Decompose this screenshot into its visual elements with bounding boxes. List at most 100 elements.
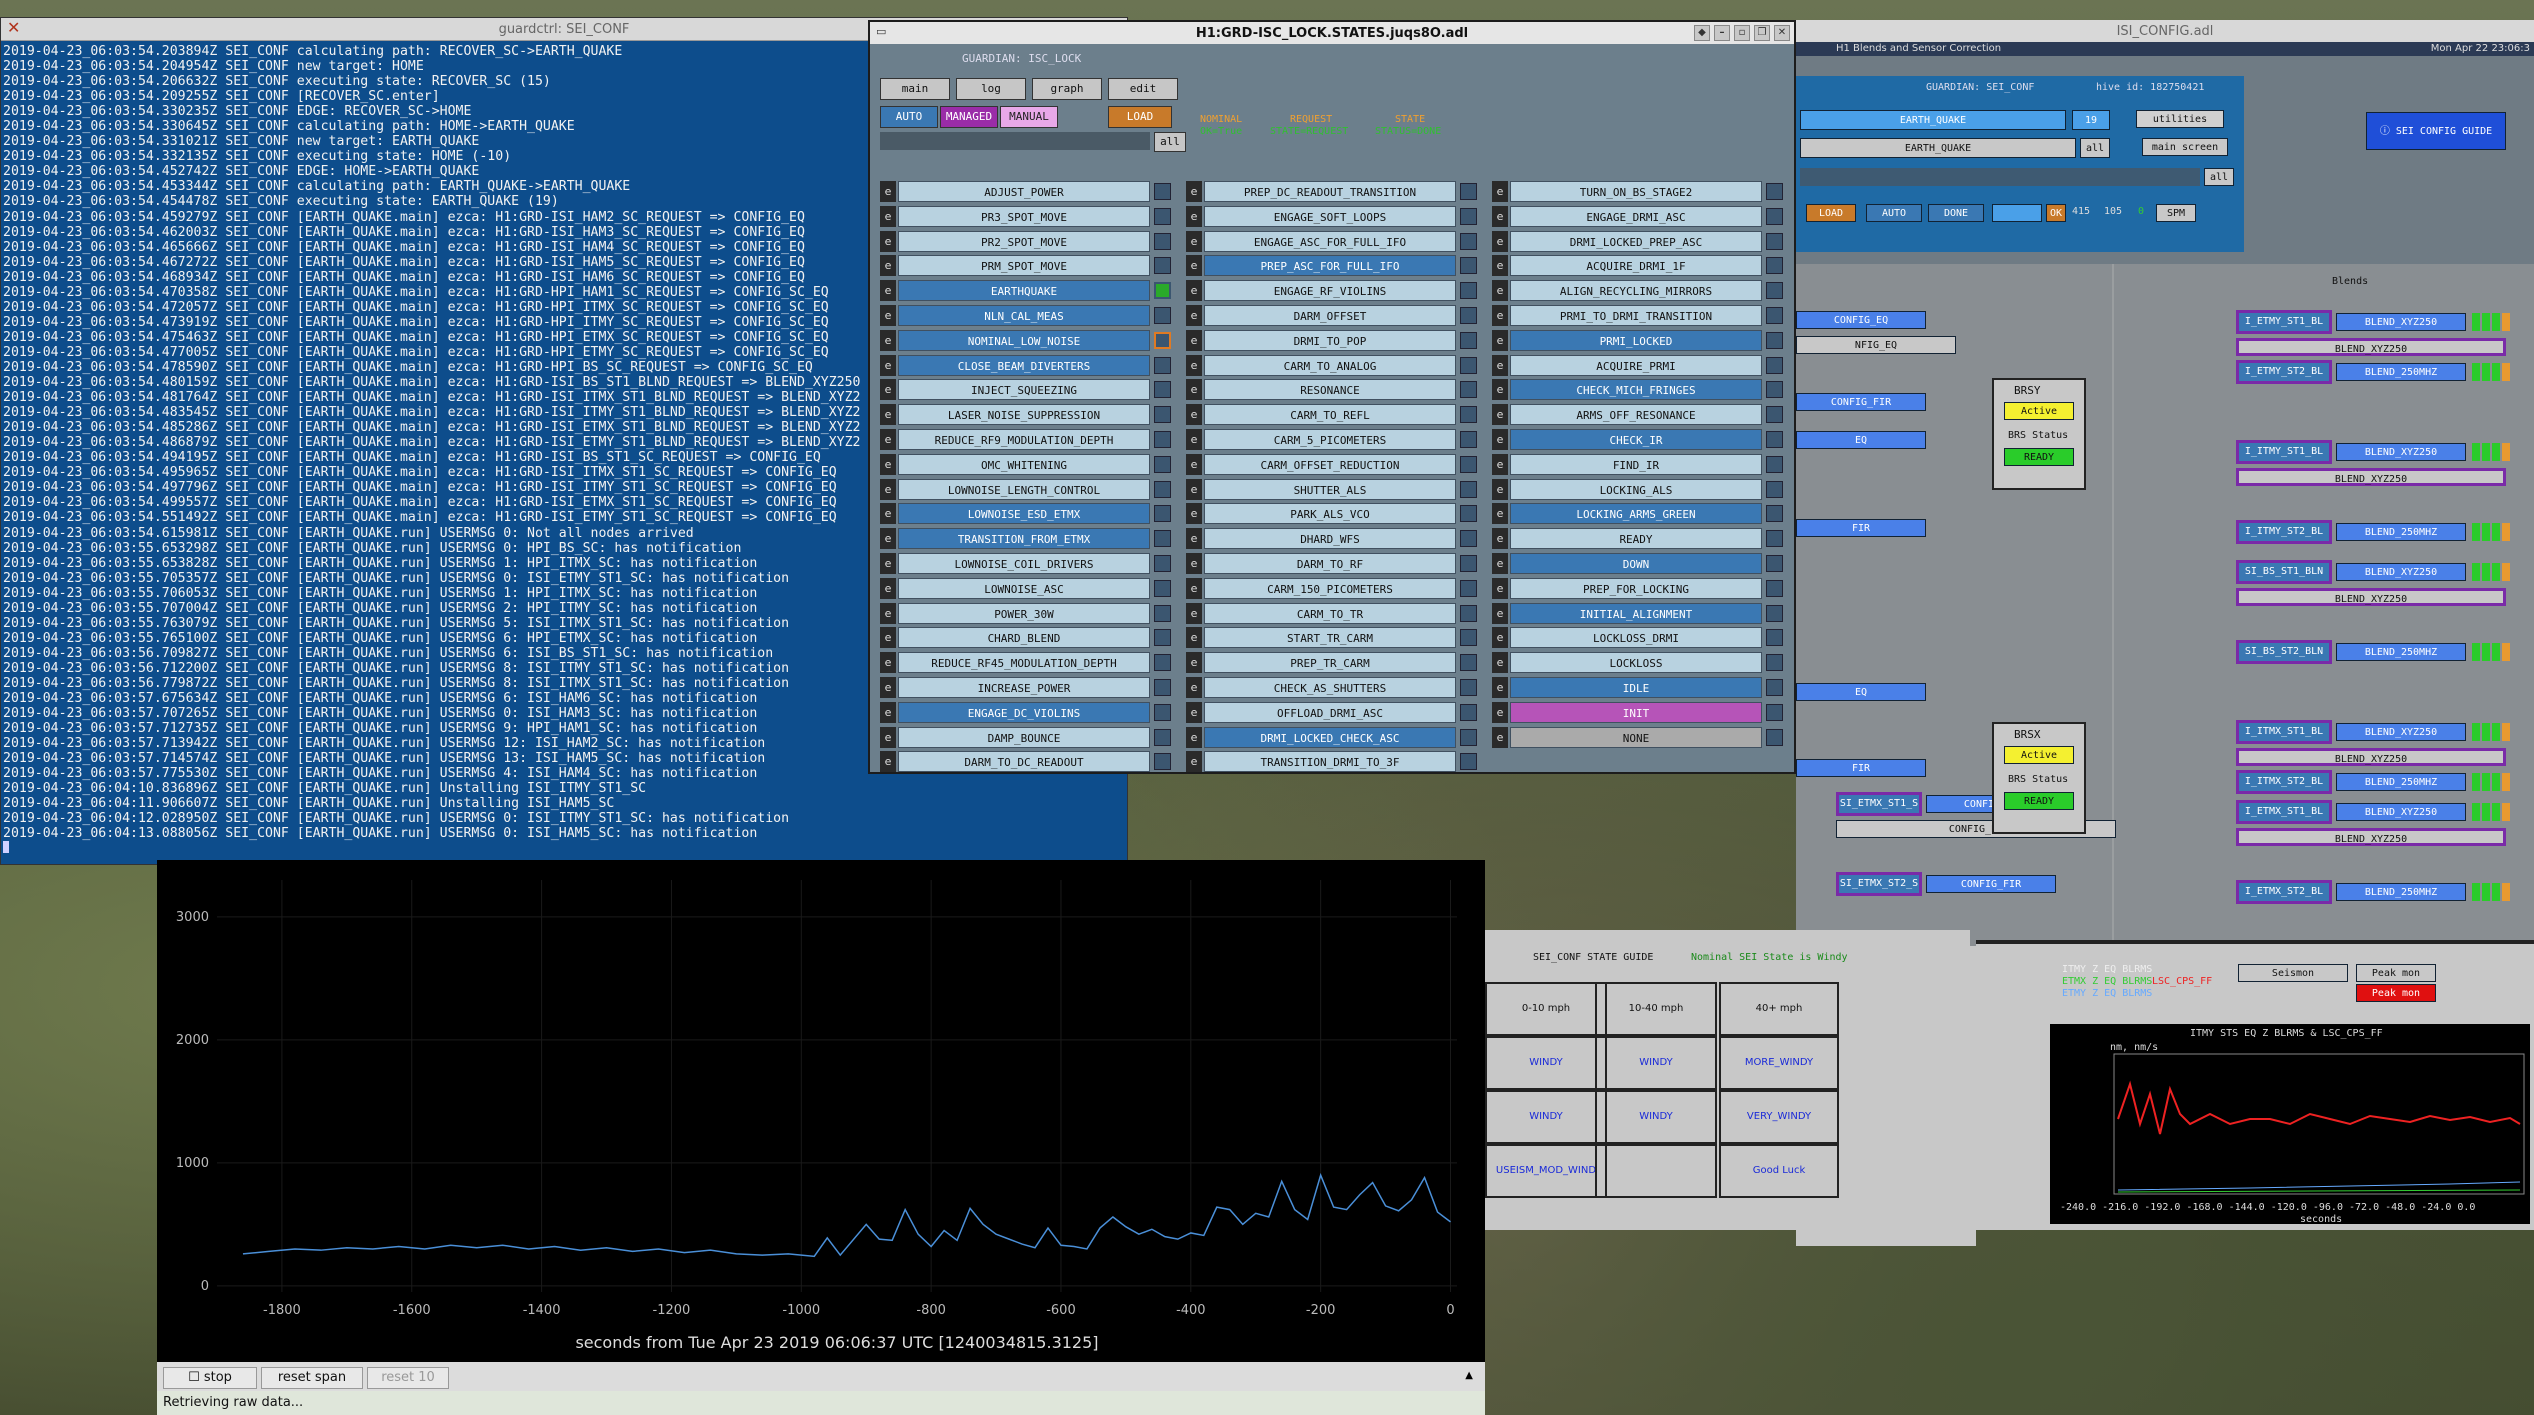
state-button[interactable]: DARM_TO_DC_READOUT [898, 751, 1150, 773]
edit-state-button[interactable]: e [1186, 379, 1202, 401]
edit-state-button[interactable]: e [880, 404, 896, 426]
edit-state-button[interactable]: e [880, 677, 896, 698]
edit-state-button[interactable]: e [880, 503, 896, 525]
state-button[interactable]: REDUCE_RF9_MODULATION_DEPTH [898, 429, 1150, 450]
edit-state-button[interactable]: e [1186, 181, 1202, 202]
state-button[interactable]: NLN_CAL_MEAS [898, 305, 1150, 326]
blend-name[interactable]: I_ETMX_ST1_BL [2236, 800, 2332, 824]
state-button[interactable]: TRANSITION_FROM_ETMX [898, 528, 1150, 550]
mode-auto-button[interactable]: AUTO [880, 106, 938, 128]
edit-state-button[interactable]: e [880, 751, 896, 773]
blend-request-menu[interactable]: BLEND_XYZ250 [2236, 588, 2506, 606]
sei-config-guide-button[interactable]: ⓘ SEI CONFIG GUIDE [2366, 112, 2506, 150]
edit-state-button[interactable]: e [1186, 751, 1202, 773]
reset-10-button[interactable]: reset 10 [367, 1367, 449, 1389]
sei-request-menu[interactable]: EARTH_QUAKE [1800, 138, 2076, 158]
state-button[interactable]: NOMINAL_LOW_NOISE [898, 329, 1150, 351]
state-button[interactable]: LOWNOISE_ASC [898, 577, 1150, 599]
blend-request-menu[interactable]: BLEND_XYZ250 [2236, 468, 2506, 486]
sc-request-menu[interactable]: NFIG_EQ [1796, 336, 1956, 354]
maximize-icon[interactable]: ▫ [1734, 25, 1750, 41]
trend-chart-window[interactable]: 0 1000 2000 3000 -1800 -1600 -1400 -1200 -1000 -8… [157, 860, 1485, 1415]
edit-state-button[interactable]: e [880, 255, 896, 277]
state-button[interactable]: DRMI_LOCKED_PREP_ASC [1510, 230, 1762, 252]
state-button[interactable]: ALIGN_RECYCLING_MIRRORS [1510, 280, 1762, 302]
edit-state-button[interactable]: e [1186, 453, 1202, 475]
edit-state-button[interactable]: e [880, 379, 896, 401]
mode-managed-button[interactable]: MANAGED [940, 106, 998, 128]
blend-name[interactable]: I_ETMY_ST1_BL [2236, 310, 2332, 334]
tab-log[interactable]: log [956, 78, 1026, 100]
state-button[interactable]: INCREASE_POWER [898, 677, 1150, 698]
state-button[interactable]: TRANSITION_DRMI_TO_3F [1204, 751, 1456, 773]
edit-state-button[interactable]: e [1492, 329, 1508, 351]
state-button[interactable]: PRM_SPOT_MOVE [898, 255, 1150, 277]
state-button[interactable]: CARM_5_PICOMETERS [1204, 429, 1456, 450]
edit-state-button[interactable]: e [1186, 503, 1202, 525]
state-button[interactable]: INIT [1510, 701, 1762, 723]
edit-state-button[interactable]: e [1186, 354, 1202, 376]
state-button[interactable]: ACQUIRE_DRMI_1F [1510, 255, 1762, 277]
state-button[interactable]: ENGAGE_DC_VIOLINS [898, 701, 1150, 723]
blend-request-menu[interactable]: BLEND_XYZ250 [2236, 338, 2506, 356]
state-button[interactable]: CARM_TO_REFL [1204, 404, 1456, 426]
state-button[interactable]: IDLE [1510, 677, 1762, 698]
blend-name[interactable]: I_ITMX_ST1_BL [2236, 720, 2332, 744]
state-button[interactable]: REDUCE_RF45_MODULATION_DEPTH [898, 652, 1150, 674]
sei-request-field[interactable] [1800, 168, 2200, 186]
blend-request-menu[interactable]: BLEND_XYZ250 [2236, 748, 2506, 766]
state-button[interactable]: LOWNOISE_ESD_ETMX [898, 503, 1150, 525]
seismon-button[interactable]: Seismon [2238, 964, 2348, 982]
state-button[interactable]: NONE [1510, 726, 1762, 748]
state-button[interactable]: CHECK_MICH_FRINGES [1510, 379, 1762, 401]
blend-name[interactable]: I_ETMX_ST2_BL [2236, 880, 2332, 904]
tab-main[interactable]: main [880, 78, 950, 100]
edit-state-button[interactable]: e [880, 453, 896, 475]
load-button[interactable]: LOAD [1108, 106, 1172, 128]
edit-state-button[interactable]: e [1186, 701, 1202, 723]
edit-state-button[interactable]: e [880, 280, 896, 302]
edit-state-button[interactable]: e [1492, 503, 1508, 525]
tab-edit[interactable]: edit [1108, 78, 1178, 100]
state-button[interactable]: EARTHQUAKE [898, 280, 1150, 302]
state-button[interactable]: CARM_150_PICOMETERS [1204, 577, 1456, 599]
edit-state-button[interactable]: e [880, 305, 896, 326]
edit-state-button[interactable]: e [880, 553, 896, 574]
state-button[interactable]: DARM_TO_RF [1204, 553, 1456, 574]
state-button[interactable]: ARMS_OFF_RESONANCE [1510, 404, 1762, 426]
edit-state-button[interactable]: e [880, 205, 896, 227]
edit-state-button[interactable]: e [1492, 726, 1508, 748]
state-button[interactable]: READY [1510, 528, 1762, 550]
edit-state-button[interactable]: e [880, 230, 896, 252]
state-button[interactable]: LOWNOISE_COIL_DRIVERS [898, 553, 1150, 574]
reset-span-button[interactable]: reset span [261, 1367, 363, 1389]
state-button[interactable]: DOWN [1510, 553, 1762, 574]
state-button[interactable]: CARM_TO_ANALOG [1204, 354, 1456, 376]
edit-state-button[interactable]: e [1492, 354, 1508, 376]
edit-state-button[interactable]: e [1186, 553, 1202, 574]
request-field[interactable] [880, 132, 1150, 150]
state-button[interactable]: PARK_ALS_VCO [1204, 503, 1456, 525]
state-button[interactable]: RESONANCE [1204, 379, 1456, 401]
edit-state-button[interactable]: e [1186, 677, 1202, 698]
guardian-window[interactable]: ▭ H1:GRD-ISC_LOCK.STATES.juqs8O.adl ◆ – … [868, 20, 1796, 774]
state-button[interactable]: DHARD_WFS [1204, 528, 1456, 550]
state-button[interactable]: PRMI_TO_DRMI_TRANSITION [1510, 305, 1762, 326]
state-button[interactable]: OMC_WHITENING [898, 453, 1150, 475]
edit-state-button[interactable]: e [880, 577, 896, 599]
state-button[interactable]: LOCKLOSS [1510, 652, 1762, 674]
state-button[interactable]: FIND_IR [1510, 453, 1762, 475]
state-button[interactable]: ENGAGE_SOFT_LOOPS [1204, 205, 1456, 227]
edit-state-button[interactable]: e [1186, 726, 1202, 748]
edit-state-button[interactable]: e [880, 652, 896, 674]
state-button[interactable]: DRMI_TO_POP [1204, 329, 1456, 351]
edit-state-button[interactable]: e [1492, 478, 1508, 500]
edit-state-button[interactable]: e [1186, 652, 1202, 674]
edit-state-button[interactable]: e [1186, 528, 1202, 550]
edit-state-button[interactable]: e [1492, 627, 1508, 649]
edit-state-button[interactable]: e [1492, 404, 1508, 426]
state-button[interactable]: LOCKLOSS_DRMI [1510, 627, 1762, 649]
state-button[interactable]: CARM_TO_TR [1204, 602, 1456, 624]
spm-button[interactable]: SPM [2156, 204, 2196, 222]
edit-state-button[interactable]: e [1492, 677, 1508, 698]
